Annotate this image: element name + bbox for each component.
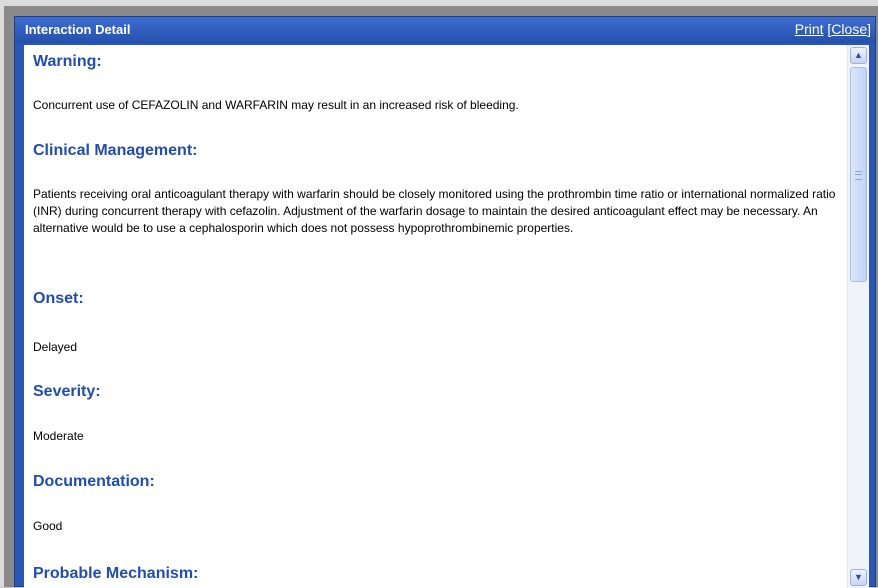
documentation-heading: Documentation: (33, 473, 155, 490)
print-link[interactable]: Print (795, 21, 824, 37)
interaction-detail-dialog: Interaction Detail Print [Close] Warning… (14, 16, 876, 588)
bracket-close: ] (867, 21, 871, 37)
detail-scroll-body: Warning: Concurrent use of CEFAZOLIN and… (24, 45, 846, 588)
vertical-scrollbar[interactable]: ▲ ▼ (847, 45, 869, 588)
dialog-actions: Print [Close] (795, 21, 871, 37)
warning-heading: Warning: (33, 53, 102, 70)
arrow-down-icon[interactable]: ▼ (850, 569, 867, 586)
documentation-text: Good (33, 519, 63, 533)
probable-mechanism-heading: Probable Mechanism: (33, 565, 199, 582)
severity-heading: Severity: (33, 383, 101, 400)
clinical-management-text: Patients receiving oral anticoagulant th… (33, 187, 836, 235)
clinical-management-heading: Clinical Management: (33, 142, 198, 159)
onset-text: Delayed (33, 340, 78, 354)
arrow-up-icon[interactable]: ▲ (850, 47, 867, 64)
scrollbar-thumb[interactable] (850, 67, 867, 282)
detail-content-pane[interactable]: Warning: Concurrent use of CEFAZOLIN and… (24, 45, 869, 588)
onset-heading: Onset: (33, 290, 84, 307)
dialog-title: Interaction Detail (25, 22, 131, 37)
grip-icon (855, 171, 862, 180)
close-link[interactable]: Close (831, 21, 867, 37)
dialog-titlebar: Interaction Detail Print [Close] (15, 17, 875, 43)
warning-text: Concurrent use of CEFAZOLIN and WARFARIN… (33, 98, 519, 112)
severity-text: Moderate (33, 429, 84, 443)
